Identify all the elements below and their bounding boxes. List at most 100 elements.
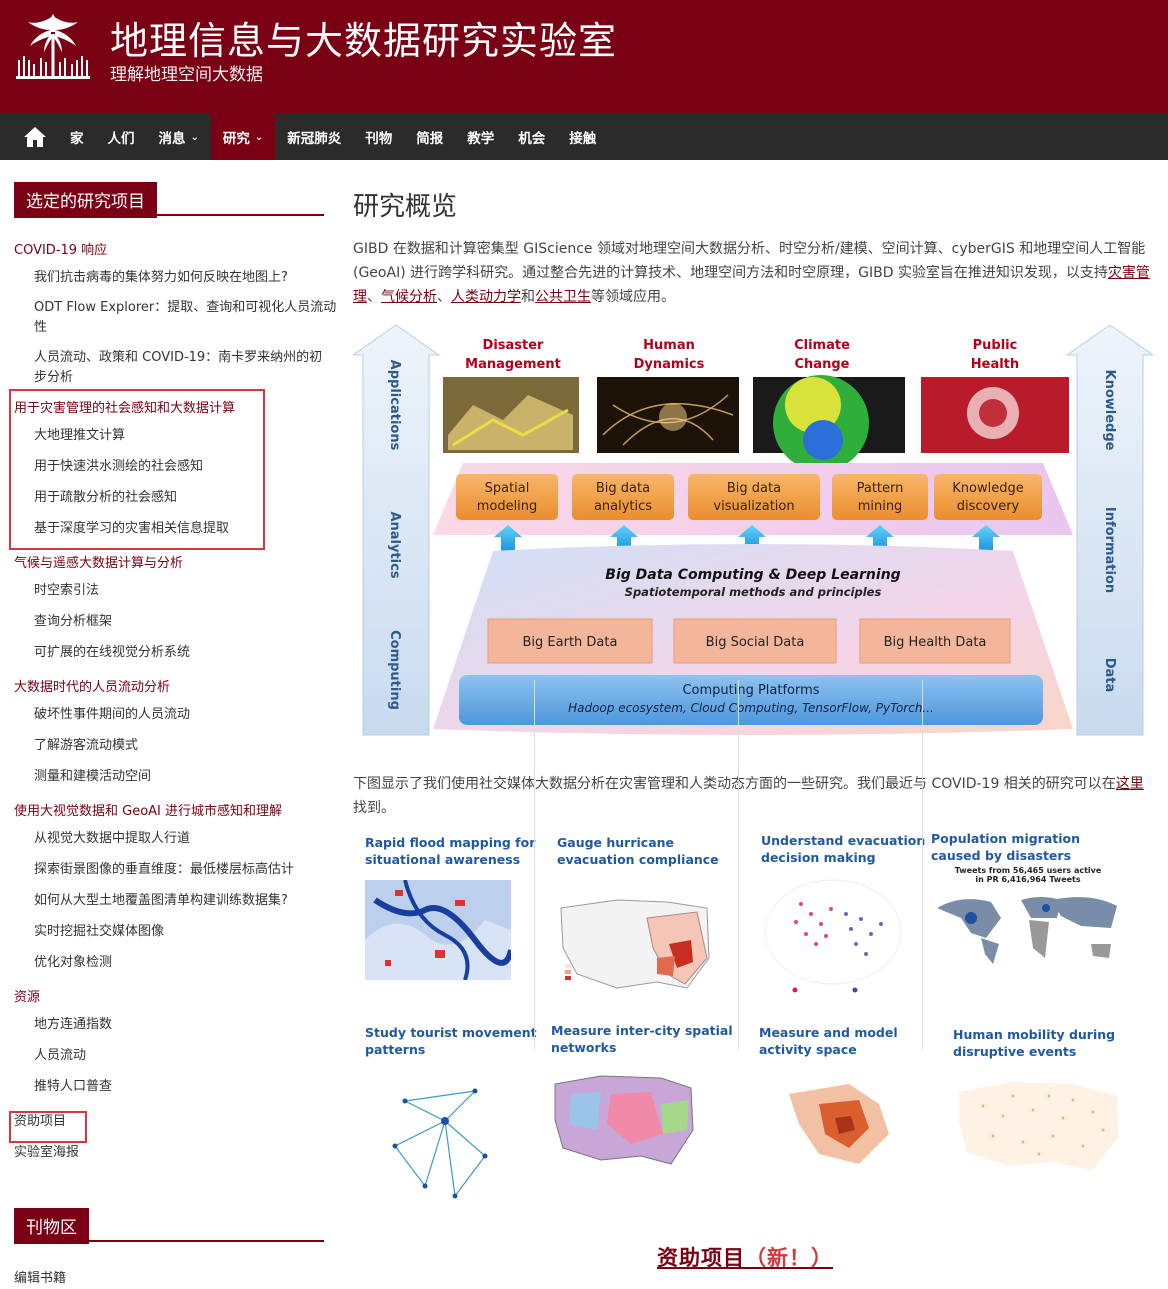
nav-label: 家: [70, 131, 84, 147]
sidebar-item-edited-books[interactable]: 编辑书籍: [14, 1270, 340, 1288]
palmetto-logo-icon[interactable]: [14, 12, 92, 82]
flood-map-image: [365, 879, 514, 981]
site-header: 地理信息与大数据研究实验室 理解地理空间大数据: [0, 0, 1168, 114]
link-human-dynamics[interactable]: 人类动力学: [451, 289, 521, 305]
project-card[interactable]: Measure and model activity space: [759, 1024, 947, 1214]
sidebar-item[interactable]: 可扩展的在线视觉分析系统: [14, 643, 340, 663]
core-subtitle: Spatiotemporal methods and principles: [625, 585, 882, 599]
platform-title: Computing Platforms: [682, 683, 819, 698]
domain-human-line2: Dynamics: [634, 357, 705, 372]
project-title: Rapid flood mapping for situational awar…: [365, 835, 536, 867]
project-card[interactable]: Human mobility during disruptive events: [953, 1026, 1141, 1216]
project-title: Human mobility during disruptive events: [953, 1027, 1116, 1059]
sidebar-item[interactable]: 地方连通指数: [14, 1015, 340, 1035]
sidebar-category-mobility[interactable]: 大数据时代的人员流动分析: [14, 679, 340, 697]
nav-item-research[interactable]: 研究 ⌄: [210, 114, 276, 160]
funded-projects-link[interactable]: 资助项目（新！）: [657, 1242, 833, 1272]
arrow-label-computing: Computing: [387, 630, 402, 710]
link-covid-research[interactable]: 这里: [1116, 776, 1144, 792]
sidebar-category-urban[interactable]: 使用大视觉数据和 GeoAI 进行城市感知和理解: [14, 803, 340, 821]
project-title: Understand evacuation decision making: [761, 833, 926, 865]
project-card[interactable]: Population migration caused by disasters…: [931, 830, 1127, 1020]
analytics-box: Big data: [596, 481, 650, 496]
sidebar-category-posters[interactable]: 实验室海报: [14, 1144, 340, 1162]
project-card[interactable]: Gauge hurricane evacuation compliance: [557, 834, 745, 1024]
highlight-box: [9, 1111, 87, 1143]
domain-disaster-line2: Management: [465, 357, 561, 372]
nav-item-opportunities[interactable]: 机会: [506, 114, 557, 160]
sidebar-category-climate[interactable]: 气候与遥感大数据计算与分析: [14, 555, 340, 573]
project-card[interactable]: Measure inter-city spatial networks: [551, 1022, 739, 1212]
sidebar-item[interactable]: ODT Flow Explorer：提取、查询和可视化人员流动性: [14, 298, 344, 338]
page-title: 研究概览: [353, 192, 458, 222]
chevron-down-icon: ⌄: [190, 131, 199, 143]
domain-human-line1: Human: [643, 338, 695, 353]
evacuation-network-image: [764, 879, 902, 993]
home-icon[interactable]: [12, 114, 58, 160]
platform-subtitle: Hadoop ecosystem, Cloud Computing, Tenso…: [568, 701, 934, 715]
tourist-network-image: [392, 1088, 488, 1199]
project-title: Study tourist movement patterns: [365, 1025, 537, 1057]
sidebar-item[interactable]: 破坏性事件期间的人员流动: [14, 705, 340, 725]
sidebar-item[interactable]: 我们抗击病毒的集体努力如何反映在地图上?: [14, 268, 340, 288]
project-card[interactable]: Rapid flood mapping for situational awar…: [365, 834, 553, 1024]
nav-item-people[interactable]: 人们: [96, 114, 147, 160]
nav-label: 刊物: [365, 131, 393, 147]
research-paragraph: 下图显示了我们使用社交媒体大数据分析在灾害管理和人类动态方面的一些研究。我们最近…: [353, 776, 1144, 816]
sidebar-item[interactable]: 优化对象检测: [14, 953, 340, 973]
sidebar-item[interactable]: 测量和建模活动空间: [14, 767, 340, 787]
sidebar-item[interactable]: 人员流动: [14, 1046, 340, 1066]
site-title[interactable]: 地理信息与大数据研究实验室: [110, 10, 617, 65]
nav-label: 人们: [107, 131, 135, 147]
sidebar-item[interactable]: 探索街景图像的垂直维度：最低楼层标高估计: [14, 860, 340, 880]
domain-disaster-line1: Disaster: [483, 338, 545, 353]
nav-label: 机会: [518, 131, 546, 147]
sidebar-item[interactable]: 了解游客流动模式: [14, 736, 340, 756]
sidebar-item[interactable]: 从视觉大数据中提取人行道: [14, 829, 340, 849]
sidebar-item[interactable]: 时空索引法: [14, 581, 340, 601]
sidebar-item[interactable]: 推特人口普查: [14, 1077, 340, 1097]
nav-label: 简报: [416, 131, 444, 147]
project-card[interactable]: Study tourist movement patterns: [365, 1024, 553, 1214]
project-title: Population migration caused by disasters: [931, 831, 1081, 863]
nav-item-home[interactable]: 家: [58, 114, 96, 160]
publications-section-title: 刊物区: [14, 1208, 324, 1244]
project-card[interactable]: Understand evacuation decision making: [761, 832, 949, 1022]
sidebar-item[interactable]: 如何从大型土地覆盖图清单构建训练数据集?: [14, 891, 340, 911]
project-title: Measure inter-city spatial networks: [551, 1023, 733, 1055]
migration-world-map-image: [937, 897, 1117, 964]
sidebar-item[interactable]: 查询分析框架: [14, 612, 340, 632]
grid-divider: [738, 680, 739, 1050]
mobility-dots-map-image: [959, 1082, 1119, 1170]
analytics-box: Big data: [727, 481, 781, 496]
nav-label: 新冠肺炎: [287, 131, 342, 147]
nav-item-contact[interactable]: 接触: [557, 114, 608, 160]
sidebar-category-resources[interactable]: 资源: [14, 989, 340, 1007]
nav-item-news[interactable]: 消息 ⌄: [147, 114, 211, 160]
grid-divider: [534, 680, 535, 1050]
main-nav: 家 人们 消息 ⌄ 研究 ⌄ 新冠肺炎 刊物 简报 教学 机会 接触: [0, 114, 1168, 160]
link-public-health[interactable]: 公共卫生: [535, 289, 591, 305]
research-framework-diagram: Applications Analytics Computing Knowled…: [353, 325, 1153, 736]
nav-item-newsletter[interactable]: 简报: [404, 114, 455, 160]
nav-label: 研究: [222, 131, 250, 147]
nav-label: 教学: [467, 131, 495, 147]
sidebar-item[interactable]: 实时挖掘社交媒体图像: [14, 922, 340, 942]
activity-space-map-image: [759, 1064, 911, 1174]
data-box-social: Big Social Data: [706, 635, 805, 650]
nav-item-teaching[interactable]: 教学: [455, 114, 506, 160]
data-box-health: Big Health Data: [884, 635, 987, 650]
nav-item-covid[interactable]: 新冠肺炎: [275, 114, 353, 160]
chevron-down-icon: ⌄: [254, 131, 264, 143]
nav-item-publications[interactable]: 刊物: [353, 114, 404, 160]
domain-health-line2: Health: [971, 357, 1019, 372]
arrow-label-analytics: Analytics: [387, 511, 402, 578]
intercity-network-map-image: [554, 1075, 694, 1165]
grid-divider: [922, 680, 923, 1050]
project-caption: Tweets from 56,465 users active in PR 6,…: [954, 866, 1102, 884]
project-title: Measure and model activity space: [759, 1025, 898, 1057]
site-subtitle: 理解地理空间大数据: [110, 65, 263, 85]
sidebar-item[interactable]: 人员流动、政策和 COVID-19：南卡罗来纳州的初步分析: [14, 348, 334, 388]
sidebar-category-covid[interactable]: COVID-19 响应: [14, 242, 340, 260]
link-climate-analysis[interactable]: 气候分析: [381, 289, 437, 305]
